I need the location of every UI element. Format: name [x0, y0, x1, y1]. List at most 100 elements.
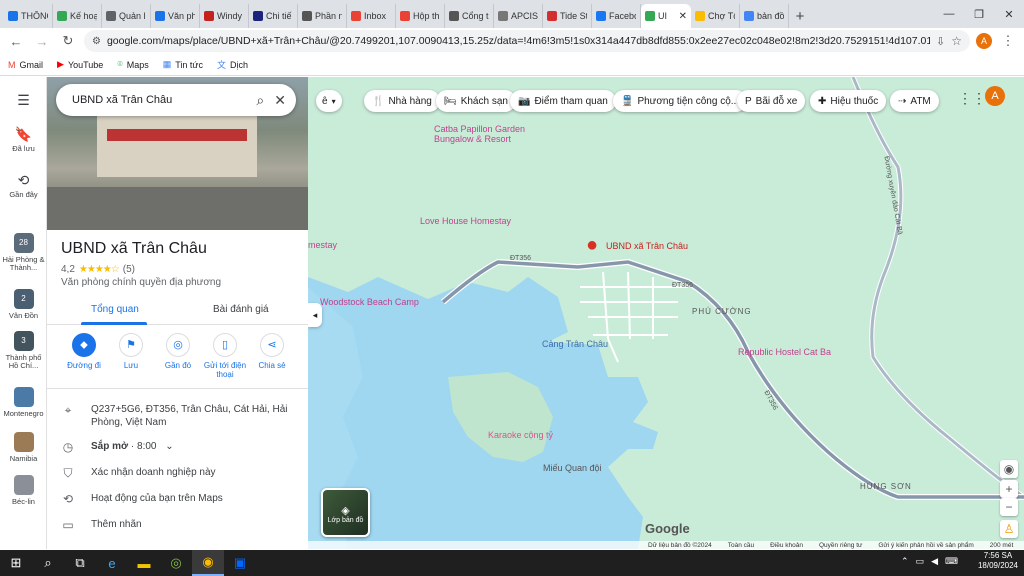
- place-marker-icon[interactable]: ●: [586, 235, 598, 255]
- chip-parking[interactable]: P Bãi đỗ xe: [737, 90, 806, 112]
- bookmark-item[interactable]: ⌾ Maps: [117, 59, 148, 70]
- restore-icon[interactable]: ❐: [964, 0, 994, 28]
- activity-row[interactable]: ⟲ Hoạt động của bạn trên Maps: [61, 492, 223, 508]
- edge-icon[interactable]: e: [96, 550, 128, 576]
- maps-profile-avatar[interactable]: A: [985, 86, 1005, 106]
- collapse-panel-icon[interactable]: ◂: [308, 303, 322, 327]
- browser-tab[interactable]: Windy: [200, 4, 249, 28]
- browser-tab[interactable]: APCIS: [494, 4, 543, 28]
- send-to-phone-button[interactable]: ▯ Gửi tới điện thoại: [200, 333, 250, 379]
- chip-camera[interactable]: 📷 Điểm tham quan: [510, 90, 616, 112]
- map-label-mieu[interactable]: Miếu Quan đội: [543, 463, 602, 473]
- hours-row[interactable]: ◷ Sắp mở · 8:00 ⌄: [61, 440, 174, 456]
- zoom-out-button[interactable]: −: [1000, 498, 1018, 516]
- map-label-woodstock[interactable]: Woodstock Beach Camp: [320, 297, 419, 307]
- map-label-love-house[interactable]: Love House Homestay: [420, 216, 511, 226]
- browser-tab[interactable]: Inbox: [347, 4, 396, 28]
- save-button[interactable]: ⚑ Lưu: [106, 333, 156, 370]
- bookmark-star-icon[interactable]: ☆: [951, 34, 962, 48]
- pegman-icon[interactable]: ♙: [1000, 520, 1018, 538]
- browser-tab[interactable]: Cổng t: [445, 4, 494, 28]
- browser-tab[interactable]: Hộp th: [396, 4, 445, 28]
- volume-icon[interactable]: ◀: [931, 556, 938, 567]
- directions-button[interactable]: ⬥ Đường đi: [59, 333, 109, 370]
- chip-train[interactable]: 🚆 Phương tiện công cộ...: [613, 90, 748, 112]
- bookmark-item[interactable]: ▶ YouTube: [57, 59, 103, 70]
- file-explorer-icon[interactable]: ▬: [128, 550, 160, 576]
- tab-reviews[interactable]: Bài đánh giá: [213, 304, 269, 315]
- zalo-icon[interactable]: ▣: [224, 550, 256, 576]
- map-label-republic[interactable]: Republic Hostel Cat Ba: [738, 347, 831, 357]
- claim-text[interactable]: Xác nhận doanh nghiệp này: [91, 466, 216, 482]
- chip-restaurant[interactable]: 🍴 Nhà hàng: [364, 90, 440, 112]
- browser-tab[interactable]: Phần n: [298, 4, 347, 28]
- share-button[interactable]: ⋖ Chia sẻ: [247, 333, 297, 370]
- windows-start-icon[interactable]: ⊞: [0, 550, 32, 576]
- keyboard-icon[interactable]: ⌨: [945, 556, 958, 567]
- recent-place-item[interactable]: 28 Hải Phòng & Thành...: [0, 233, 47, 273]
- browser-tab[interactable]: Facebo: [592, 4, 641, 28]
- back-icon[interactable]: ←: [6, 31, 26, 51]
- place-category[interactable]: Văn phòng chính quyền địa phương: [61, 277, 221, 288]
- url-text[interactable]: google.com/maps/place/UBND+xã+Trân+Châu/…: [107, 35, 930, 47]
- browser-tab[interactable]: Văn ph: [151, 4, 200, 28]
- install-app-icon[interactable]: ⇩: [936, 35, 945, 48]
- menu-icon[interactable]: ☰: [0, 92, 47, 111]
- minimize-icon[interactable]: —: [934, 0, 964, 28]
- search-box[interactable]: UBND xã Trân Châu ⌕ ✕: [56, 84, 296, 116]
- nearby-button[interactable]: ◎ Gần đó: [153, 333, 203, 370]
- close-window-icon[interactable]: ✕: [994, 0, 1024, 28]
- label-row[interactable]: ▭ Thêm nhãn: [61, 518, 142, 534]
- browser-tab[interactable]: Kế hoạ: [53, 4, 102, 28]
- browser-tab[interactable]: bản đồ: [740, 4, 789, 28]
- map-label-catba-papillon[interactable]: Catba Papillon Garden Bungalow & Resort: [434, 124, 526, 145]
- browser-tab[interactable]: Chợ Tố: [691, 4, 740, 28]
- browser-tab[interactable]: Tide St: [543, 4, 592, 28]
- chrome-icon[interactable]: ◉: [192, 550, 224, 576]
- map-footer-item[interactable]: Toàn cầu: [728, 542, 754, 549]
- claim-row[interactable]: ⛉ Xác nhận doanh nghiệp này: [61, 466, 216, 482]
- zoom-in-button[interactable]: +: [1000, 480, 1018, 498]
- chip-atm[interactable]: ⇢ ATM: [890, 90, 939, 112]
- rail-recent[interactable]: ⟲ Gần đây: [0, 172, 47, 200]
- task-view-icon[interactable]: ⧉: [64, 550, 96, 576]
- recent-place-item[interactable]: 3 Thành phố Hồ Chí...: [0, 331, 47, 371]
- activity-text[interactable]: Hoạt động của bạn trên Maps: [91, 492, 223, 508]
- network-icon[interactable]: ▭: [916, 556, 925, 567]
- browser-tab[interactable]: THÔNG: [4, 4, 53, 28]
- browser-menu-icon[interactable]: ⋮: [998, 31, 1018, 51]
- map-footer-item[interactable]: Gửi ý kiến phản hồi về sản phẩm: [878, 542, 973, 549]
- chevron-down-icon[interactable]: ⌄: [165, 441, 173, 452]
- my-location-icon[interactable]: ◉: [1000, 460, 1018, 478]
- tab-overview[interactable]: Tổng quan: [91, 304, 139, 315]
- browser-tab[interactable]: Quản l: [102, 4, 151, 28]
- map-footer-item[interactable]: Quyền riêng tư: [819, 542, 862, 549]
- taskbar-clock[interactable]: 7:56 SA 18/09/2024: [978, 551, 1018, 571]
- chip-pharmacy[interactable]: ✚ Hiệu thuốc: [810, 90, 887, 112]
- close-tab-icon[interactable]: ✕: [679, 11, 687, 22]
- search-input[interactable]: UBND xã Trân Châu: [72, 94, 246, 106]
- transit-chip[interactable]: ȇ ▾: [316, 90, 342, 112]
- bookmark-item[interactable]: 文 Dịch: [217, 58, 248, 71]
- bookmark-item[interactable]: ▦ Tin tức: [163, 59, 203, 70]
- rail-saved[interactable]: 🔖 Đã lưu: [0, 126, 47, 154]
- map-footer-item[interactable]: Điều khoản: [770, 542, 803, 549]
- map-label-homestay-left[interactable]: mestay: [308, 240, 337, 250]
- chip-hotel[interactable]: 🛏 Khách sạn: [436, 90, 516, 112]
- search-icon[interactable]: ⌕: [256, 92, 264, 109]
- browser-profile-avatar[interactable]: A: [976, 33, 992, 49]
- recent-place-item[interactable]: 2 Vân Đồn: [0, 289, 47, 320]
- tray-chevron-icon[interactable]: ⌃: [901, 556, 909, 567]
- add-label-text[interactable]: Thêm nhãn: [91, 518, 142, 534]
- map-canvas[interactable]: Catba Papillon Garden Bungalow & Resort …: [308, 77, 1024, 549]
- map-footer-item[interactable]: 200 mét: [990, 542, 1014, 549]
- browser-tab[interactable]: UI ✕: [641, 4, 691, 28]
- clear-search-icon[interactable]: ✕: [274, 92, 286, 109]
- address-text[interactable]: Q237+5G6, ĐT356, Trân Châu, Cát Hải, Hải…: [91, 403, 301, 429]
- new-tab-button[interactable]: +: [789, 4, 811, 28]
- layers-button[interactable]: ◈ Lớp bản đồ: [321, 488, 370, 537]
- address-row[interactable]: ⌖ Q237+5G6, ĐT356, Trân Châu, Cát Hải, H…: [61, 403, 301, 429]
- recent-place-item[interactable]: Béc-lin: [0, 475, 47, 506]
- review-count[interactable]: (5): [123, 264, 135, 275]
- omnibox[interactable]: ⚙ google.com/maps/place/UBND+xã+Trân+Châ…: [84, 30, 970, 52]
